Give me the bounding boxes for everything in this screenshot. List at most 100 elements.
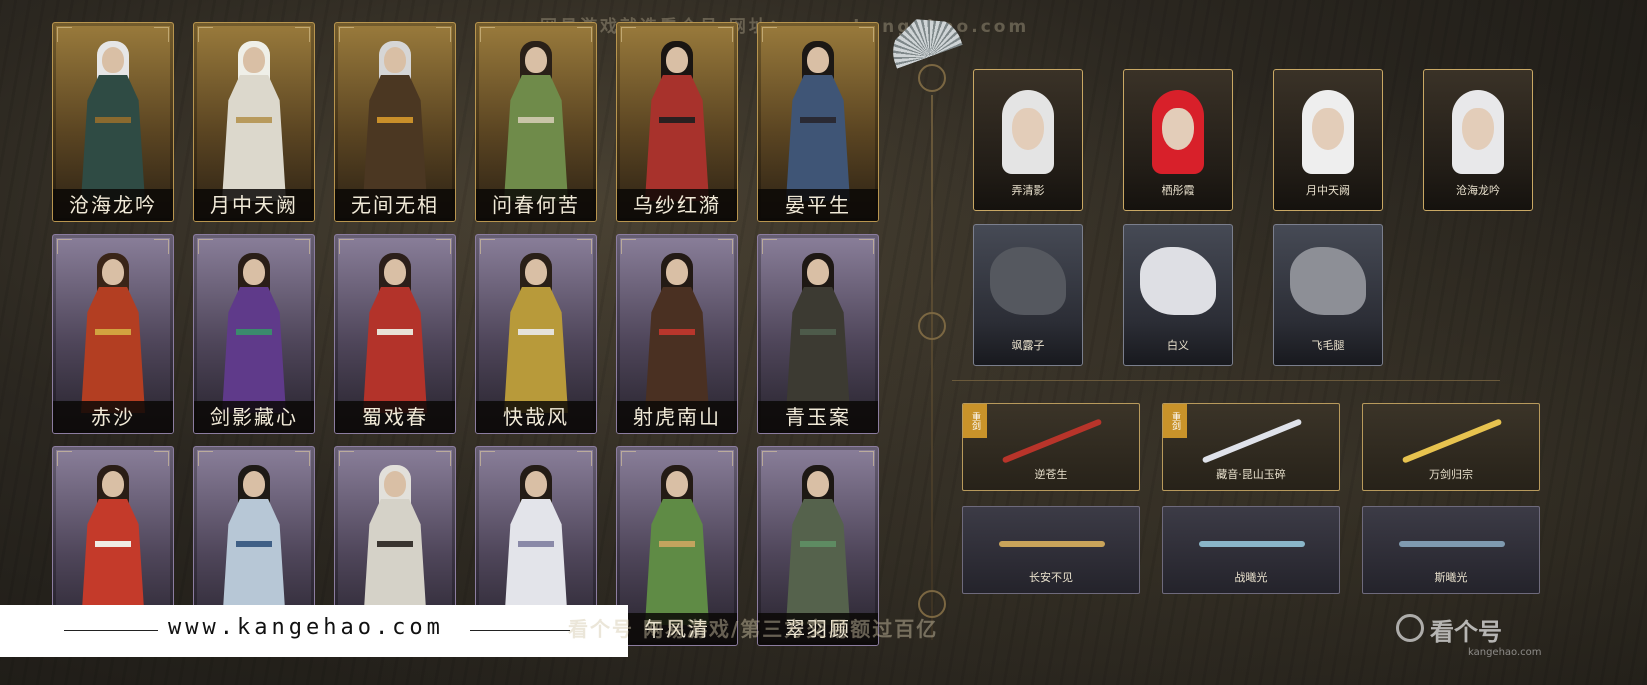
character-face — [666, 259, 688, 285]
corner-ornament — [577, 27, 592, 42]
character-belt — [659, 329, 695, 335]
corner-ornament — [762, 27, 777, 42]
corner-ornament — [859, 239, 874, 254]
rarity-tag: 重剑 — [1163, 404, 1187, 438]
character-figure — [637, 253, 717, 413]
character-figure — [637, 465, 717, 625]
weapon-card[interactable]: 战曦光 — [1162, 506, 1340, 594]
hairstyle-face — [1012, 108, 1044, 150]
corner-ornament — [859, 27, 874, 42]
weapon-icon — [1001, 418, 1103, 464]
character-face — [102, 471, 124, 497]
logo-mark-icon — [1396, 614, 1424, 642]
weapon-card[interactable]: 重剑藏音·昆山玉碎 — [1162, 403, 1340, 491]
weapon-card[interactable]: 重剑 逆苍生 — [962, 403, 1140, 491]
character-figure — [778, 253, 858, 413]
weapon-name: 战曦光 — [1234, 571, 1268, 584]
corner-ornament — [339, 451, 354, 466]
weapon-card[interactable]: 万剑归宗 — [1362, 403, 1540, 491]
outfit-card[interactable]: 赤沙 — [52, 234, 174, 434]
character-face — [525, 259, 547, 285]
character-face — [807, 47, 829, 73]
character-robe — [786, 287, 850, 413]
corner-ornament — [57, 27, 72, 42]
hairstyle-card[interactable]: 月中天阙 — [1273, 69, 1383, 211]
outfit-name: 乌纱红漪 — [617, 189, 737, 221]
weapon-name: 逆苍生 — [1034, 468, 1068, 481]
outfit-card[interactable]: 快哉风 — [475, 234, 597, 434]
corner-ornament — [621, 239, 636, 254]
outfit-card[interactable]: 蜀戏春 — [334, 234, 456, 434]
corner-ornament — [480, 27, 495, 42]
hairstyle-portrait — [1144, 86, 1212, 174]
character-face — [102, 47, 124, 73]
outfit-name: 无间无相 — [335, 189, 455, 221]
character-face — [102, 259, 124, 285]
corner-ornament — [577, 451, 592, 466]
outfit-name: 快哉风 — [476, 401, 596, 433]
outfit-name: 蜀戏春 — [335, 401, 455, 433]
outfit-card[interactable]: 无间无相 — [334, 22, 456, 222]
outfit-name: 晏平生 — [758, 189, 878, 221]
hairstyle-card[interactable]: 弄清影 — [973, 69, 1083, 211]
character-robe — [645, 75, 709, 201]
character-robe — [504, 287, 568, 413]
weapon-card[interactable]: 长安不见 — [962, 506, 1140, 594]
character-robe — [645, 287, 709, 413]
corner-ornament — [198, 451, 213, 466]
logo-text: 看个号 — [1430, 618, 1502, 646]
mount-icon — [990, 247, 1066, 315]
site-logo: 看个号 kangehao.com — [1396, 612, 1542, 658]
character-figure — [214, 465, 294, 625]
character-robe — [81, 287, 145, 413]
outfit-card[interactable]: 问春何苦 — [475, 22, 597, 222]
outfit-card[interactable]: 月中天阙 — [193, 22, 315, 222]
character-face — [666, 47, 688, 73]
outfit-name: 剑影藏心 — [194, 401, 314, 433]
footer-url[interactable]: www.kangehao.com — [168, 615, 444, 640]
outfit-card[interactable]: 青玉案 — [757, 234, 879, 434]
hairstyle-face — [1312, 108, 1344, 150]
outfit-card[interactable]: 晏平生 — [757, 22, 879, 222]
corner-ornament — [57, 239, 72, 254]
section-divider — [931, 95, 933, 640]
mount-name: 飒露子 — [1011, 339, 1045, 352]
outfit-card[interactable]: 乌纱红漪 — [616, 22, 738, 222]
outfit-card[interactable]: 射虎南山 — [616, 234, 738, 434]
weapon-icon — [1199, 541, 1305, 547]
character-belt — [659, 541, 695, 547]
hairstyle-portrait — [994, 86, 1062, 174]
mount-name: 飞毛腿 — [1311, 339, 1345, 352]
character-figure — [496, 465, 576, 625]
outfit-card[interactable]: 剑影藏心 — [193, 234, 315, 434]
character-belt — [377, 117, 413, 123]
character-figure — [355, 465, 435, 625]
character-figure — [778, 41, 858, 201]
weapon-card[interactable]: 斯曦光 — [1362, 506, 1540, 594]
corner-ornament — [762, 451, 777, 466]
weapon-name: 长安不见 — [1029, 571, 1073, 584]
corner-ornament — [295, 451, 310, 466]
hairstyle-name: 沧海龙吟 — [1456, 184, 1500, 197]
hairstyle-card[interactable]: 沧海龙吟 — [1423, 69, 1533, 211]
corner-ornament — [198, 239, 213, 254]
weapon-name: 藏音·昆山玉碎 — [1216, 468, 1286, 481]
corner-ornament — [480, 451, 495, 466]
weapon-name: 斯曦光 — [1434, 571, 1468, 584]
character-belt — [236, 117, 272, 123]
character-belt — [659, 117, 695, 123]
hairstyle-portrait — [1444, 86, 1512, 174]
mount-card[interactable]: 白义 — [1123, 224, 1233, 366]
character-figure — [496, 253, 576, 413]
character-robe — [786, 499, 850, 625]
character-robe — [363, 287, 427, 413]
character-belt — [518, 541, 554, 547]
mount-card[interactable]: 飞毛腿 — [1273, 224, 1383, 366]
character-figure — [355, 253, 435, 413]
hairstyle-card[interactable]: 栖彤霞 — [1123, 69, 1233, 211]
mount-card[interactable]: 飒露子 — [973, 224, 1083, 366]
outfit-card[interactable]: 沧海龙吟 — [52, 22, 174, 222]
corner-ornament — [762, 239, 777, 254]
hairstyle-name: 月中天阙 — [1306, 184, 1350, 197]
corner-ornament — [436, 451, 451, 466]
